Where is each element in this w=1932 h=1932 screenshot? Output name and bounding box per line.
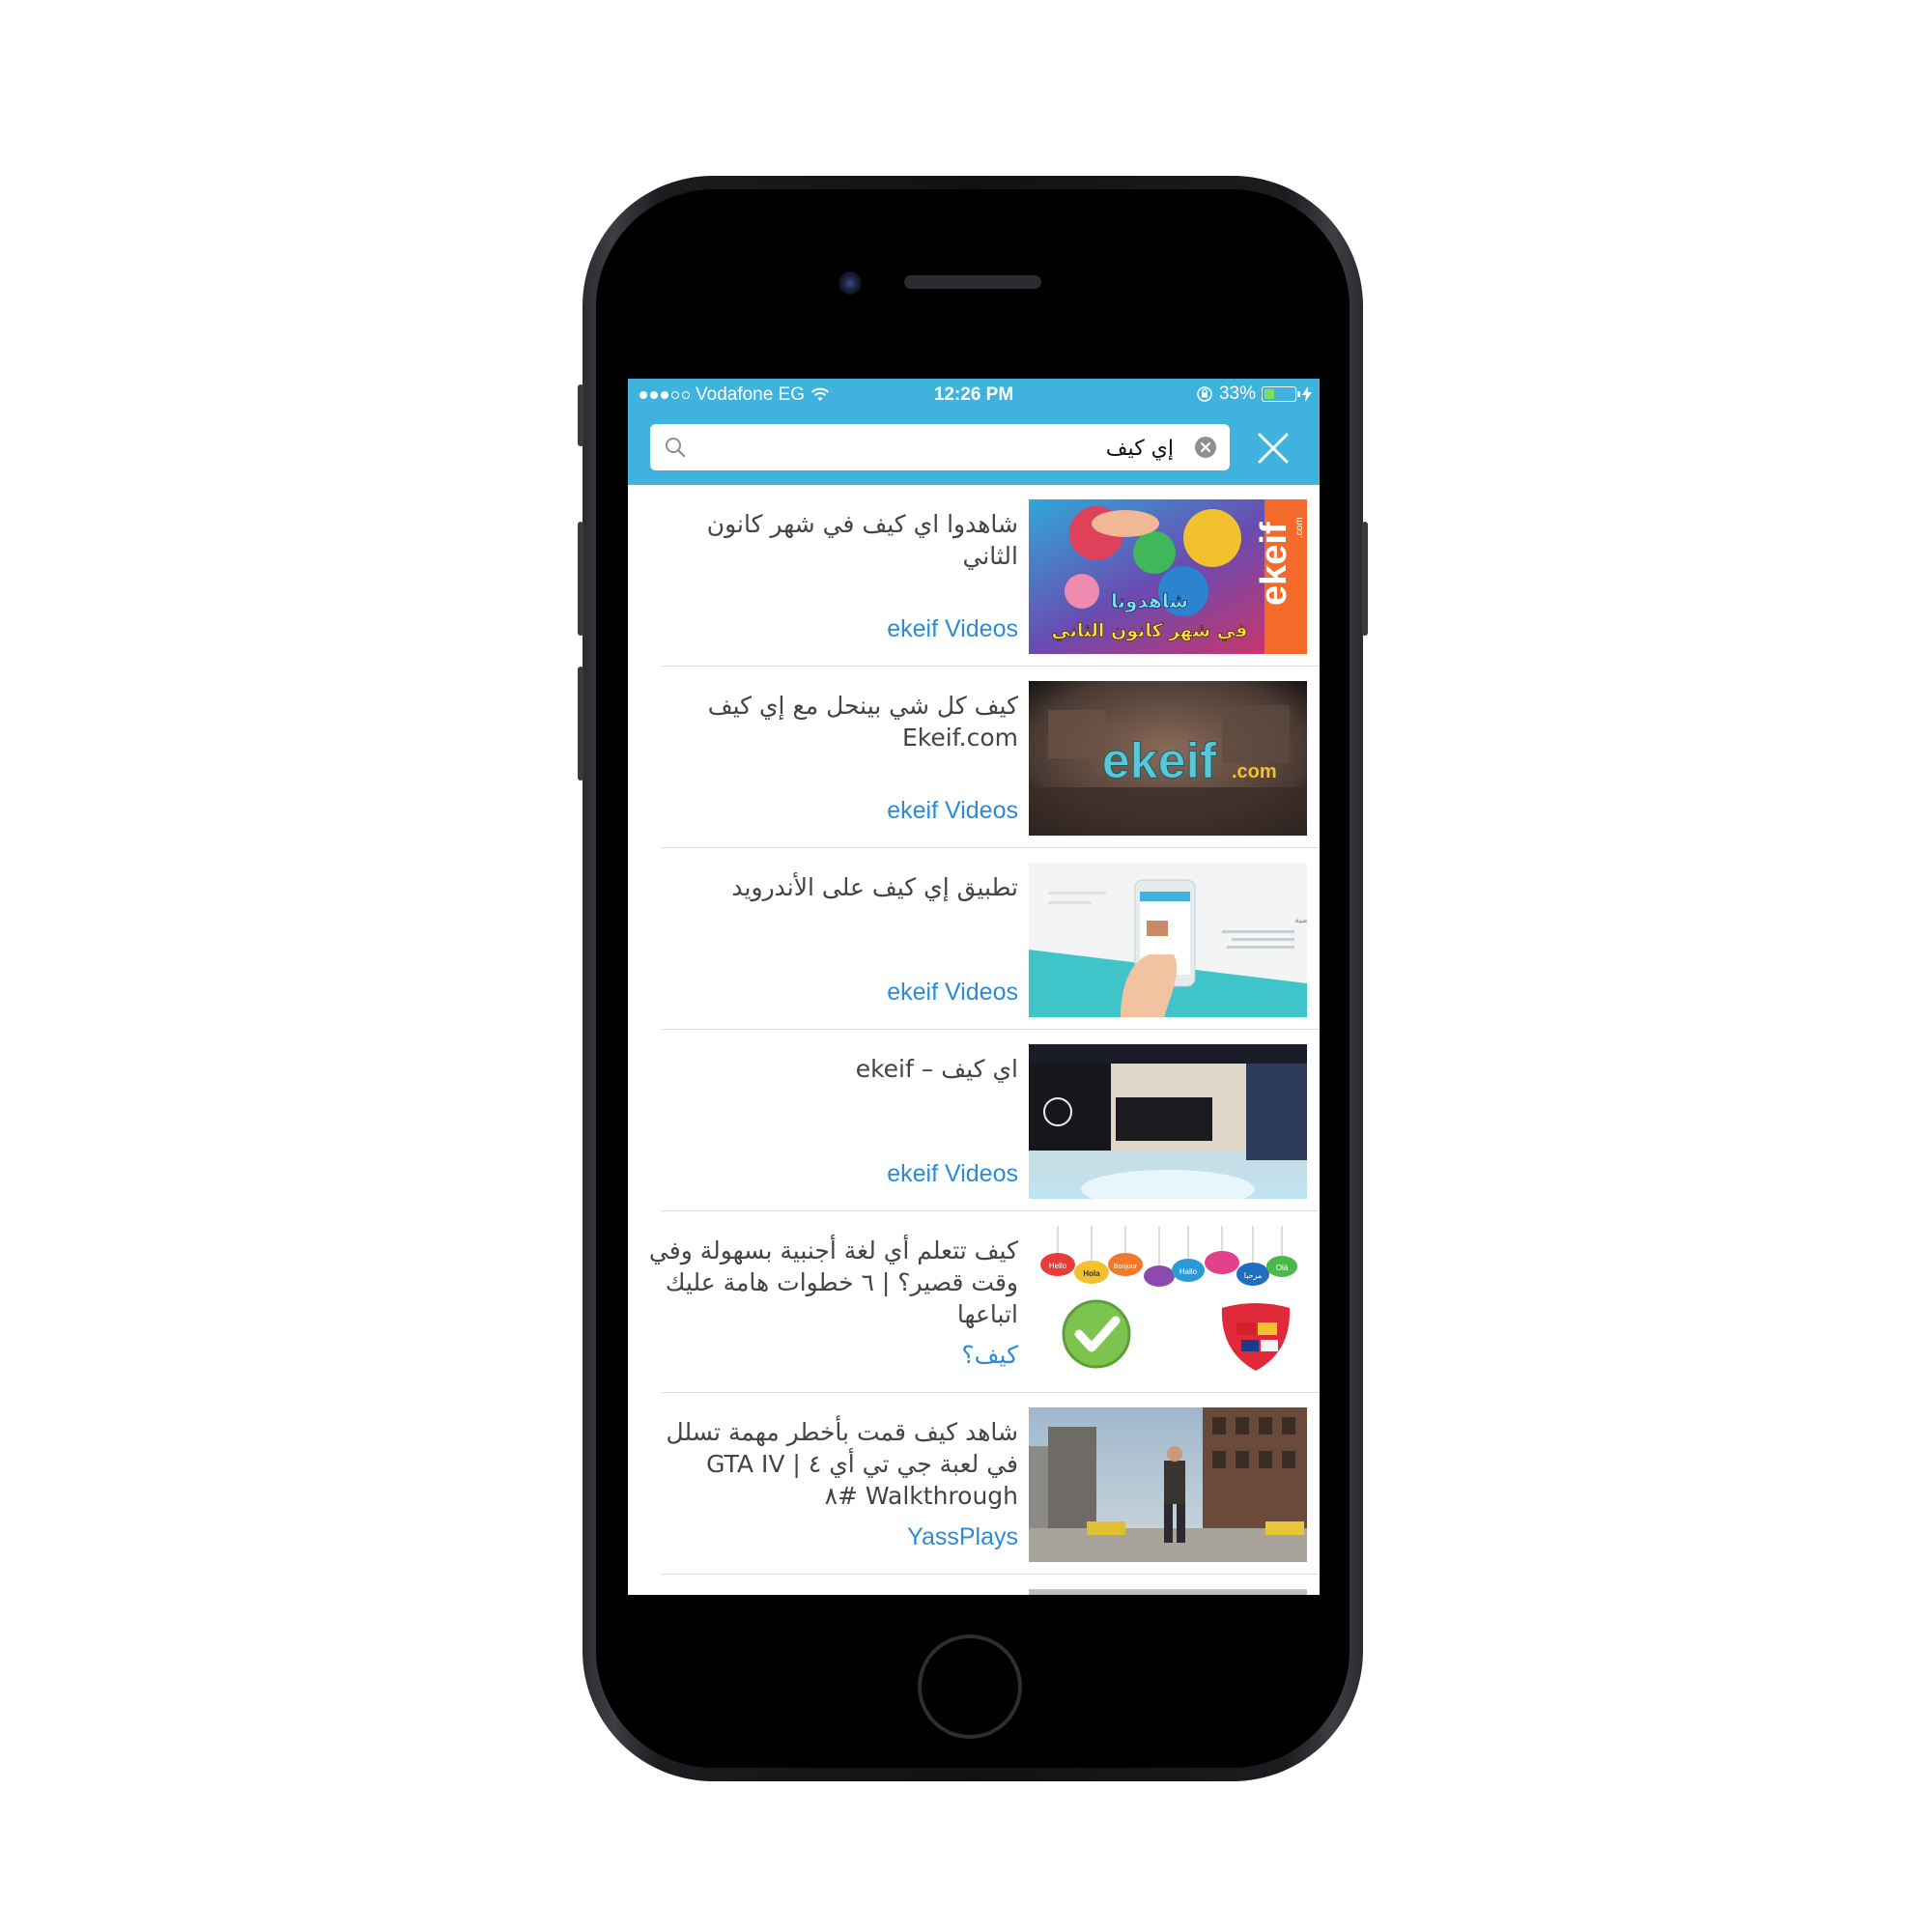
thumbnail-logo: ekeif: [1102, 733, 1217, 789]
thumbnail-caption-top: شاهدونا: [1111, 589, 1188, 612]
channel-link[interactable]: ekeif Videos: [887, 1160, 1018, 1188]
thumbnail-logo-small: .com: [1294, 517, 1305, 538]
thumbnail-caption-bottom: في شهر كانون الثاني: [1052, 620, 1248, 641]
result-item[interactable]: اي كيف – ekeif ekeif Videos: [628, 1030, 1320, 1211]
thumbnail-caption: الصفحة الشخصية: [1294, 916, 1307, 925]
clear-x-icon: [1200, 441, 1211, 453]
status-bar: Vodafone EG 12:26 PM 33%: [628, 379, 1320, 412]
search-icon: [666, 438, 686, 458]
close-icon: [1258, 433, 1289, 464]
battery-percent: 33%: [1218, 384, 1256, 404]
video-thumbnail[interactable]: [1029, 1589, 1307, 1595]
result-text: اي كيف – ekeif ekeif Videos: [647, 1053, 1018, 1188]
bubble-text: Olá: [1276, 1264, 1289, 1272]
status-right: 33%: [1196, 384, 1312, 405]
result-item[interactable]: شاهد كيف قمت بأخطر مهمة تسلل في لعبة جي …: [628, 1393, 1320, 1575]
search-input[interactable]: [698, 430, 1176, 467]
bubble-text: Hallo: [1179, 1267, 1198, 1276]
video-title: تطبيق إي كيف على الأندرويد: [731, 873, 1018, 901]
video-thumbnail[interactable]: [1029, 1044, 1307, 1199]
close-search-button[interactable]: [1251, 426, 1295, 470]
video-title: كيف تتعلم أي لغة أجنبية بسهولة وفي وقت ق…: [648, 1236, 1018, 1328]
result-item[interactable]: تطبيق إي كيف على الأندرويد ekeif Videos …: [628, 848, 1320, 1030]
bubble-text: Hola: [1083, 1269, 1100, 1278]
volume-up-button: [578, 522, 583, 636]
video-title: شاهدوا اي كيف في شهر كانون الثاني: [706, 510, 1018, 570]
result-text: شاهدوا اي كيف في شهر كانون الثاني ekeif …: [647, 508, 1018, 643]
home-button[interactable]: [918, 1634, 1022, 1739]
battery-icon: [1262, 386, 1300, 402]
channel-link[interactable]: YassPlays: [907, 1523, 1018, 1551]
video-title: كيف كل شي بينحل مع إي كيف Ekeif.com: [707, 692, 1018, 752]
power-button: [1362, 522, 1368, 636]
search-header: [628, 412, 1320, 485]
app-screen: Vodafone EG 12:26 PM 33% إي كيف شاهدوا ا…: [628, 379, 1320, 1595]
bubble-text: Bonjour: [1114, 1264, 1138, 1270]
video-thumbnail[interactable]: ekeif .com: [1029, 681, 1307, 836]
video-thumbnail[interactable]: [1029, 1407, 1307, 1562]
result-text: كيف تتعلم أي لغة أجنبية بسهولة وفي وقت ق…: [647, 1235, 1018, 1370]
video-thumbnail[interactable]: ekeif .com شاهدونا في شهر كانون الثاني: [1029, 499, 1307, 654]
result-item[interactable]: كيف تتعلم أي لغة أجنبية بسهولة وفي وقت ق…: [628, 1211, 1320, 1393]
earpiece-speaker: [904, 275, 1041, 289]
charging-bolt-icon: [1302, 386, 1312, 402]
thumbnail-logo-suffix: .com: [1232, 761, 1277, 782]
video-thumbnail[interactable]: الصفحة الشخصية: [1029, 863, 1307, 1017]
channel-link[interactable]: ekeif Videos: [887, 979, 1018, 1007]
result-text: شاهد كيف قمت بأخطر مهمة تسلل في لعبة جي …: [647, 1416, 1018, 1551]
rotation-lock-icon: [1197, 386, 1212, 402]
channel-link[interactable]: ekeif Videos: [887, 797, 1018, 825]
result-text: تطبيق إي كيف على الأندرويد ekeif Videos: [647, 871, 1018, 1007]
video-title: اي كيف – ekeif: [855, 1055, 1018, 1083]
front-camera: [838, 271, 862, 295]
bubble-text: مرحبا: [1244, 1271, 1263, 1280]
result-item[interactable]: كيف كل شي بينحل مع إي كيف Ekeif.com ekei…: [628, 667, 1320, 848]
channel-link[interactable]: كيف؟: [961, 1341, 1018, 1370]
result-item[interactable]: شاهدوا اي كيف في شهر كانون الثاني ekeif …: [628, 485, 1320, 667]
channel-link[interactable]: ekeif Videos: [887, 615, 1018, 643]
result-text: كيف كل شي بينحل مع إي كيف Ekeif.com ekei…: [647, 690, 1018, 825]
clear-search-button[interactable]: [1195, 437, 1216, 458]
thumbnail-logo: ekeif: [1254, 522, 1294, 606]
video-thumbnail[interactable]: Hello Hola Bonjour Hallo مرحبا Olá: [1029, 1226, 1307, 1380]
result-item-partial[interactable]: [628, 1575, 1320, 1595]
bubble-text: Hello: [1049, 1262, 1067, 1270]
search-results-list: شاهدوا اي كيف في شهر كانون الثاني ekeif …: [628, 485, 1320, 1595]
volume-down-button: [578, 667, 583, 781]
search-field[interactable]: [650, 424, 1230, 470]
video-title: شاهد كيف قمت بأخطر مهمة تسلل في لعبة جي …: [666, 1418, 1018, 1510]
mute-switch: [578, 384, 583, 446]
